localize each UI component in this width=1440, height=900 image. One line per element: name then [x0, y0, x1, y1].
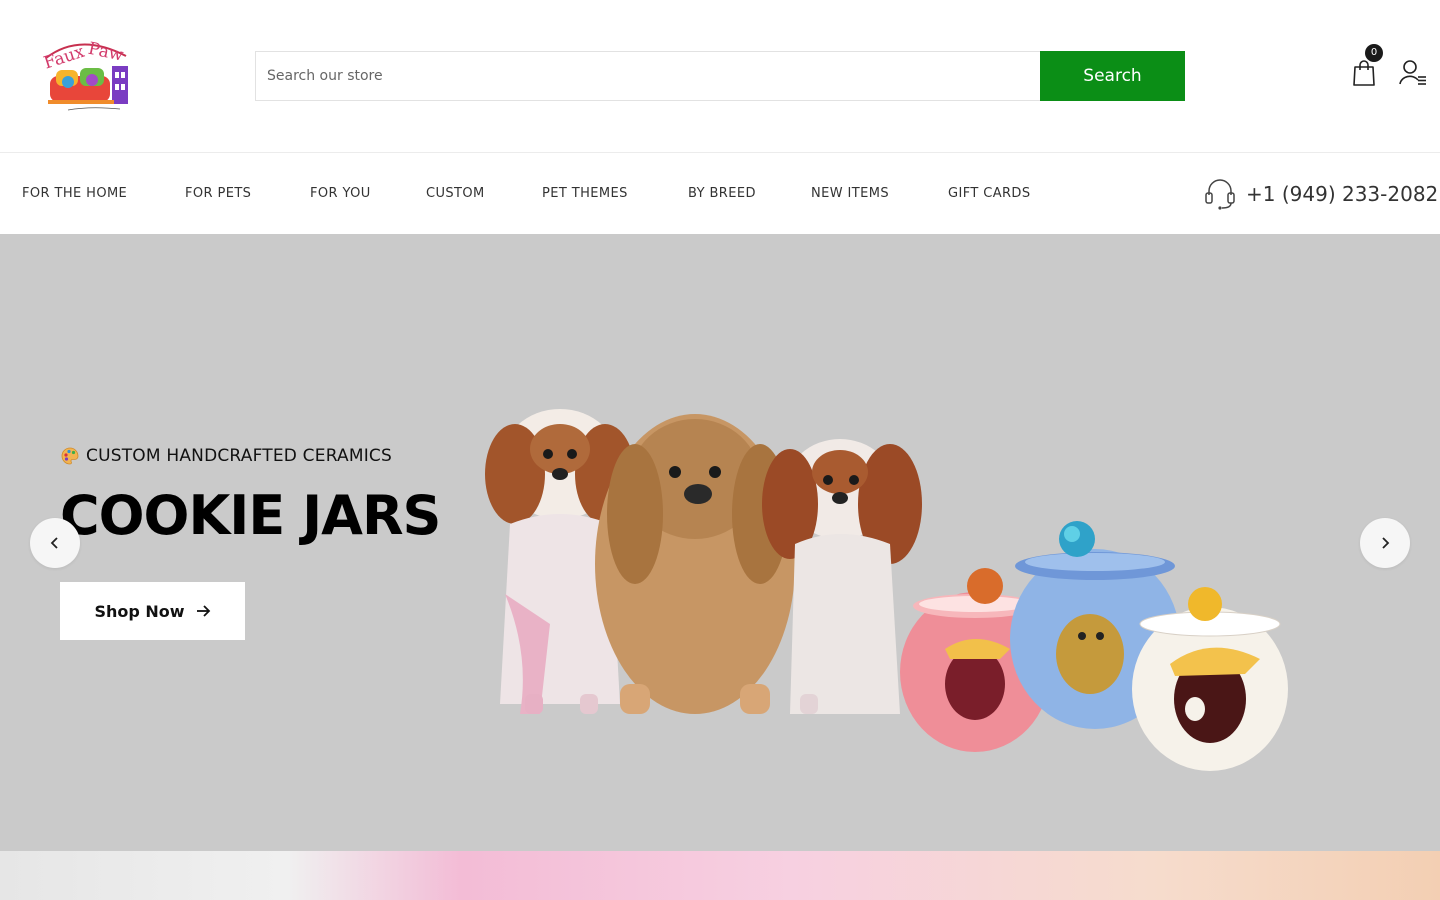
nav-item-for-pets[interactable]: FOR PETS [185, 186, 251, 201]
dog-middle [595, 414, 795, 714]
slider-prev-button[interactable] [30, 518, 80, 568]
phone-number[interactable]: +1 (949) 233-2082 [1246, 182, 1438, 206]
next-section-banner [0, 851, 1440, 900]
nav-item-pet-themes[interactable]: PET THEMES [542, 186, 628, 201]
hero-eyebrow: CUSTOM HANDCRAFTED CERAMICS [60, 446, 392, 466]
slider-next-button[interactable] [1360, 518, 1410, 568]
svg-text:Paw: Paw [86, 39, 125, 66]
nav-item-new-items[interactable]: NEW ITEMS [811, 186, 889, 201]
cart-count-badge: 0 [1365, 44, 1383, 62]
phone-contact[interactable]: +1 (949) 233-2082 [1204, 177, 1438, 211]
hero-eyebrow-text: CUSTOM HANDCRAFTED CERAMICS [86, 446, 392, 466]
hero-slider: CUSTOM HANDCRAFTED CERAMICS COOKIE JARS … [0, 234, 1440, 851]
search-button[interactable]: Search [1040, 51, 1185, 101]
nav-item-for-the-home[interactable]: FOR THE HOME [22, 186, 127, 201]
nav-item-gift-cards[interactable]: GIFT CARDS [948, 186, 1031, 201]
arrow-right-icon [196, 605, 210, 617]
site-header: Faux Paw Search 0 [0, 0, 1440, 152]
headset-icon [1205, 179, 1235, 210]
hero-title: COOKIE JARS [60, 484, 441, 547]
svg-text:Faux: Faux [41, 42, 87, 74]
shop-now-button[interactable]: Shop Now [60, 582, 245, 640]
account-button[interactable] [1398, 58, 1428, 88]
chevron-right-icon [1382, 537, 1390, 549]
search-input[interactable] [255, 51, 1040, 101]
hero-dogs-and-jars-image [485, 409, 1288, 771]
nav-item-for-you[interactable]: FOR YOU [310, 186, 371, 201]
faux-paw-logo[interactable]: Faux Paw [40, 36, 136, 116]
cart-button[interactable]: 0 [1350, 44, 1383, 88]
palette-icon [61, 447, 79, 465]
search-bar: Search [255, 51, 1185, 101]
main-navigation: FOR THE HOME FOR PETS FOR YOU CUSTOM PET… [0, 152, 1440, 234]
user-list-icon [1399, 60, 1426, 85]
nav-item-by-breed[interactable]: BY BREED [688, 186, 756, 201]
shop-now-label: Shop Now [94, 601, 185, 621]
chevron-left-icon [50, 537, 58, 549]
shopping-bag-icon [1353, 60, 1375, 86]
nav-item-custom[interactable]: CUSTOM [426, 186, 485, 201]
